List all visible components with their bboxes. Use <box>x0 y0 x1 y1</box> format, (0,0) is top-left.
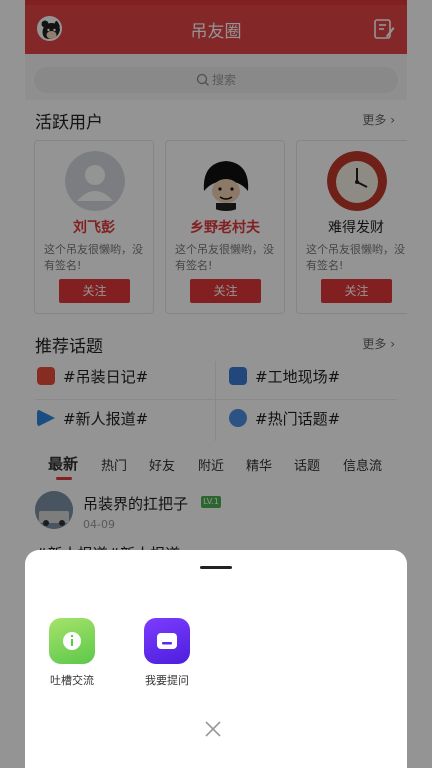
chat-bubble-icon <box>49 618 95 664</box>
chat-action-label: 吐槽交流 <box>50 674 94 687</box>
ask-question-label: 我要提问 <box>145 674 189 687</box>
post-type-sheet: 吐槽交流 我要提问 <box>25 550 407 768</box>
sheet-handle[interactable] <box>200 566 232 569</box>
ask-question-button[interactable]: 我要提问 <box>135 618 199 688</box>
close-icon[interactable] <box>203 719 223 739</box>
question-icon <box>144 618 190 664</box>
chat-action-button[interactable]: 吐槽交流 <box>40 618 104 688</box>
